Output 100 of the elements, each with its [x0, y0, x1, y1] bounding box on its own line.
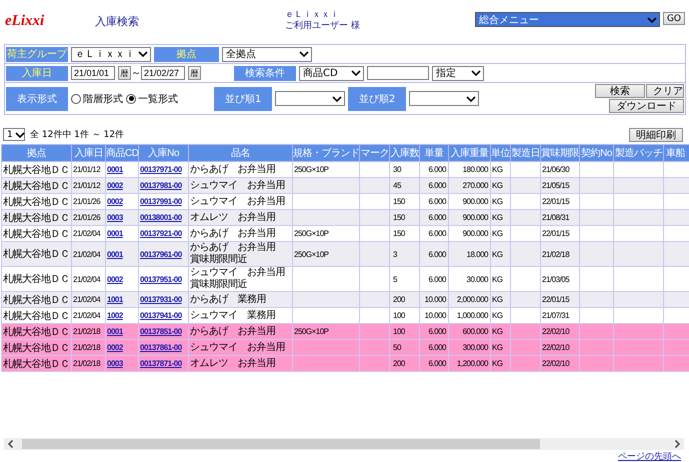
logo[interactable]: eLixxi — [5, 13, 95, 30]
column-header: 製造バッチ — [614, 146, 662, 160]
table-cell: KG — [492, 343, 503, 352]
table-cell-text: 札幌大谷地ＤＣ — [3, 310, 70, 322]
table-cell: 21/02/18 — [542, 250, 570, 258]
product-link[interactable]: 0002 — [107, 274, 123, 284]
table-cell: 6.000 — [428, 165, 446, 174]
horizontal-scrollbar[interactable] — [4, 438, 684, 450]
print-button[interactable]: 明細印刷 — [629, 128, 683, 142]
product-name: からあげ 業務用 — [190, 294, 267, 306]
page-dropdown[interactable]: 1 — [3, 128, 25, 141]
caret-icon — [299, 50, 309, 58]
column-header: 拠点 — [27, 146, 46, 160]
column-header: 単位 — [491, 147, 510, 160]
table-cell: KG — [492, 274, 503, 284]
table-cell: 21/05/15 — [542, 181, 570, 190]
clear-button[interactable]: クリア — [646, 84, 684, 98]
page-top-link[interactable]: ページの先頭へ — [618, 450, 681, 462]
sort-dropdown[interactable] — [275, 91, 345, 106]
radio-label: 階層形式 — [83, 92, 123, 106]
owner-group-dropdown[interactable]: ｅＬｉｘｘｉ — [71, 46, 151, 62]
radio-option[interactable]: 一覧形式 — [126, 92, 178, 106]
table-cell: 1,200.000 — [456, 359, 488, 368]
table-cell: 900.000 — [462, 213, 488, 222]
table-cell: 21/08/31 — [542, 213, 570, 222]
table-cell: 22/02/10 — [542, 327, 570, 336]
table-cell: 10.000 — [424, 295, 446, 304]
table-cell: 18.000 — [466, 250, 488, 258]
calendar-button[interactable]: 暦 — [118, 66, 131, 80]
table-cell: 6.000 — [428, 274, 446, 284]
table-cell: KG — [492, 359, 503, 368]
table-cell: 250G×10P — [294, 165, 328, 174]
table-cell: 1,000.000 — [456, 311, 488, 320]
column-header: 製造日 — [511, 146, 540, 160]
table-cell-text: 札幌大谷地ＤＣ — [3, 248, 70, 261]
sort-dropdown[interactable] — [409, 91, 479, 106]
product-name: オムレツ お弁当用 — [190, 212, 276, 224]
table-cell: 6.000 — [428, 359, 446, 368]
field-label: 荷主グループ — [6, 46, 68, 62]
go-button[interactable]: GO — [662, 12, 685, 25]
table-cell-text: 札幌大谷地ＤＣ — [3, 294, 70, 306]
result-summary: 全 12件中 1件 ～ 12件 — [30, 128, 124, 141]
field-label: 入庫日 — [6, 66, 68, 80]
table-cell: 21/02/04 — [73, 274, 100, 284]
radio-option[interactable]: 階層形式 — [71, 92, 123, 106]
date-field[interactable]: 21/02/27 — [141, 66, 185, 80]
expiry-note: 賞味期限間近 — [190, 254, 248, 266]
download-button[interactable]: ダウンロード — [609, 99, 684, 113]
table-cell: 2,000.000 — [456, 295, 488, 304]
product-name: からあげ お弁当用 — [190, 164, 276, 176]
table-cell-text: 札幌大谷地ＤＣ — [3, 196, 70, 208]
table-cell: 250G×10P — [294, 250, 328, 258]
product-link[interactable]: 0001 — [107, 250, 123, 258]
table-cell: 21/03/05 — [542, 274, 570, 284]
radio-button[interactable] — [126, 94, 136, 104]
table-cell: 100 — [393, 311, 405, 320]
table-cell: 200 — [393, 295, 405, 304]
radio-button[interactable] — [71, 94, 81, 104]
table-cell: 21/01/12 — [73, 181, 100, 190]
table-cell: 21/02/18 — [73, 327, 100, 336]
table-cell: 100 — [393, 327, 405, 336]
table-cell: 21/06/30 — [542, 165, 570, 174]
calendar-button[interactable]: 暦 — [188, 66, 201, 80]
column-header: 単量 — [424, 147, 444, 160]
caret-icon — [351, 69, 361, 77]
table-cell: 22/01/15 — [542, 197, 570, 206]
table-cell: 900.000 — [462, 229, 488, 238]
field-label: 拠点 — [154, 46, 219, 62]
table-cell: 200 — [393, 359, 405, 368]
condition-dropdown[interactable]: 商品CD — [299, 66, 364, 80]
table-cell: KG — [492, 327, 503, 336]
table-cell-text: 札幌大谷地ＤＣ — [3, 212, 70, 224]
match-dropdown[interactable]: 指定 — [432, 66, 484, 80]
table-cell: 21/02/04 — [73, 229, 100, 238]
table-cell: 600.000 — [462, 327, 488, 336]
table-cell: 22/02/10 — [542, 359, 570, 368]
date-field[interactable]: 21/01/01 — [71, 66, 115, 80]
column-header: 契約No — [581, 146, 612, 160]
table-cell: 21/02/18 — [73, 359, 100, 368]
table-cell: 6.000 — [428, 213, 446, 222]
caret-icon — [466, 94, 476, 102]
table-cell: 21/01/26 — [73, 213, 100, 222]
table-cell: 5 — [393, 274, 397, 284]
base-dropdown[interactable]: 全拠点 — [222, 46, 312, 62]
field-label: 並び順1 — [214, 86, 272, 110]
table-cell-text: 札幌大谷地ＤＣ — [3, 272, 70, 286]
table-cell: KG — [492, 311, 503, 320]
field-label: 検索条件 — [234, 66, 296, 80]
table-cell-text: 札幌大谷地ＤＣ — [3, 228, 70, 240]
table-cell: 22/01/15 — [542, 229, 570, 238]
table-cell: KG — [492, 197, 503, 206]
table-cell: 6.000 — [428, 343, 446, 352]
menu-dropdown[interactable]: 総合メニュー — [474, 12, 660, 27]
column-header: マーク — [360, 147, 389, 160]
table-cell: 150 — [393, 213, 405, 222]
table-cell: 21/02/04 — [73, 295, 100, 304]
search-button[interactable]: 検索 — [595, 84, 645, 98]
table-cell: 50 — [393, 343, 401, 352]
scrollbar-thumb[interactable] — [22, 439, 540, 449]
condition-field[interactable] — [367, 66, 429, 80]
